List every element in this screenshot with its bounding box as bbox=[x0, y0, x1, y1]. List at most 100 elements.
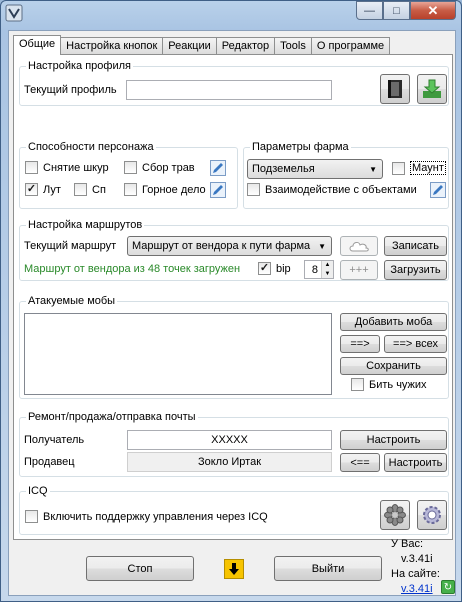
profile-group-title: Настройка профиля bbox=[26, 60, 133, 72]
icq-enable-checkbox[interactable]: Включить поддержку управления через ICQ bbox=[25, 510, 268, 523]
exit-button[interactable]: Выйти bbox=[274, 556, 382, 581]
farm-location-select[interactable]: Подземелья ▼ bbox=[247, 159, 383, 179]
icq-settings-button[interactable] bbox=[417, 500, 447, 530]
bip-checkbox[interactable]: ✓ bip bbox=[258, 262, 291, 275]
stepper-arrows[interactable]: ▲ ▼ bbox=[321, 261, 333, 278]
tab-about[interactable]: О программе bbox=[310, 37, 391, 54]
loot-label: Лут bbox=[43, 183, 61, 196]
herbs-checkbox-box[interactable] bbox=[124, 161, 137, 174]
recipient-field[interactable]: XXXXX bbox=[127, 430, 332, 450]
current-route-label: Текущий маршрут bbox=[24, 240, 117, 252]
gear-icon bbox=[423, 506, 441, 524]
interact-edit-button[interactable] bbox=[430, 182, 446, 198]
mining-checkbox[interactable]: Горное дело bbox=[124, 183, 206, 196]
interact-label: Взаимодействие с объектами bbox=[265, 183, 417, 196]
tab-panel-general: Настройка профиля Текущий профиль Способ… bbox=[13, 54, 453, 540]
abilities-group-title: Способности персонажа bbox=[26, 141, 156, 153]
app-window: — □ ✕ Общие Настройка кнопок Реакции Ред… bbox=[0, 0, 462, 602]
icq-button[interactable] bbox=[380, 500, 410, 530]
sp-checkbox-box[interactable] bbox=[74, 183, 87, 196]
move-mob-button[interactable]: ==> bbox=[340, 335, 380, 353]
app-logo-icon bbox=[5, 4, 23, 22]
tab-general[interactable]: Общие bbox=[13, 35, 62, 55]
site-version-link[interactable]: v.3.41i bbox=[401, 583, 433, 595]
current-version-value: v.3.41i bbox=[401, 553, 433, 565]
hit-others-label: Бить чужих bbox=[369, 378, 427, 391]
load-route-button[interactable]: Загрузить bbox=[384, 260, 447, 280]
recipient-label: Получатель bbox=[24, 434, 85, 446]
herbs-label: Сбор трав bbox=[142, 161, 195, 174]
interact-checkbox-box[interactable] bbox=[247, 183, 260, 196]
pencil-icon bbox=[213, 163, 223, 173]
download-icon bbox=[423, 79, 441, 98]
icq-flower-icon bbox=[384, 504, 406, 526]
seller-setup-button[interactable]: Настроить bbox=[384, 453, 447, 472]
mining-checkbox-box[interactable] bbox=[124, 183, 137, 196]
mining-label: Горное дело bbox=[142, 183, 206, 196]
maximize-button[interactable]: □ bbox=[383, 1, 410, 20]
cloud-icon bbox=[349, 242, 369, 252]
loot-checkbox-box[interactable]: ✓ bbox=[25, 183, 38, 196]
herbs-checkbox[interactable]: Сбор трав bbox=[124, 161, 195, 174]
tab-strip: Общие Настройка кнопок Реакции Редактор … bbox=[13, 35, 391, 55]
current-profile-label: Текущий профиль bbox=[24, 84, 117, 96]
pencil-icon bbox=[213, 185, 223, 195]
close-button[interactable]: ✕ bbox=[410, 1, 456, 20]
current-profile-field[interactable] bbox=[126, 80, 332, 100]
recipient-setup-button[interactable]: Настроить bbox=[340, 430, 447, 450]
stop-button[interactable]: Стоп bbox=[86, 556, 194, 581]
farm-location-value: Подземелья bbox=[252, 163, 315, 175]
profile-open-button[interactable] bbox=[380, 74, 410, 104]
save-mobs-button[interactable]: Сохранить bbox=[340, 357, 447, 375]
abilities-group: Способности персонажа bbox=[19, 141, 238, 209]
move-all-mobs-button[interactable]: ==> всех bbox=[384, 335, 447, 353]
loot-checkbox[interactable]: ✓ Лут bbox=[25, 183, 61, 196]
stepper-down-icon[interactable]: ▼ bbox=[322, 269, 333, 278]
mount-checkbox-box[interactable] bbox=[392, 161, 405, 175]
seller-label: Продавец bbox=[24, 456, 75, 468]
dropdown-arrow-icon: ▼ bbox=[369, 165, 377, 174]
mount-checkbox[interactable]: Маунт bbox=[392, 161, 446, 175]
routes-group-title: Настройка маршрутов bbox=[26, 219, 145, 231]
add-points-button[interactable]: +++ bbox=[340, 260, 378, 280]
mining-edit-button[interactable] bbox=[210, 182, 226, 198]
bip-label: bip bbox=[276, 262, 291, 275]
book-icon bbox=[388, 80, 402, 98]
route-select[interactable]: Маршрут от вендора к пути фарма ▼ bbox=[127, 236, 332, 256]
seller-back-button[interactable]: <== bbox=[340, 453, 380, 472]
bip-checkbox-box[interactable]: ✓ bbox=[258, 262, 271, 275]
sp-checkbox[interactable]: Сп bbox=[74, 183, 106, 196]
sp-label: Сп bbox=[92, 183, 106, 196]
icq-enable-checkbox-box[interactable] bbox=[25, 510, 38, 523]
cloud-button[interactable] bbox=[340, 236, 378, 256]
tab-reactions[interactable]: Реакции bbox=[162, 37, 217, 54]
down-arrow-button[interactable] bbox=[224, 559, 244, 579]
tab-editor[interactable]: Редактор bbox=[215, 37, 276, 54]
refresh-icon[interactable]: ↻ bbox=[441, 580, 455, 594]
icq-group-title: ICQ bbox=[26, 485, 50, 497]
window-controls: — □ ✕ bbox=[356, 1, 456, 20]
site-version-label: На сайте: bbox=[391, 568, 440, 580]
mobs-list[interactable] bbox=[24, 313, 332, 395]
tab-tools[interactable]: Tools bbox=[274, 37, 312, 54]
dropdown-arrow-icon: ▼ bbox=[318, 242, 326, 251]
skinning-label: Снятие шкур bbox=[43, 161, 109, 174]
tab-button-settings[interactable]: Настройка кнопок bbox=[60, 37, 164, 54]
skinning-checkbox[interactable]: Снятие шкур bbox=[25, 161, 109, 174]
client-area: Общие Настройка кнопок Реакции Редактор … bbox=[8, 30, 456, 596]
mobs-group-title: Атакуемые мобы bbox=[26, 295, 118, 307]
hit-others-checkbox[interactable]: Бить чужих bbox=[351, 378, 427, 391]
hit-others-checkbox-box[interactable] bbox=[351, 378, 364, 391]
write-route-button[interactable]: Записать bbox=[384, 236, 447, 256]
stepper-up-icon[interactable]: ▲ bbox=[322, 261, 333, 270]
route-value: Маршрут от вендора к пути фарма bbox=[132, 240, 311, 252]
bip-count-stepper[interactable]: 8 ▲ ▼ bbox=[304, 260, 334, 279]
skinning-checkbox-box[interactable] bbox=[25, 161, 38, 174]
repair-group-title: Ремонт/продажа/отправка почты bbox=[26, 411, 198, 423]
add-mob-button[interactable]: Добавить моба bbox=[340, 313, 447, 331]
herbs-edit-button[interactable] bbox=[210, 160, 226, 176]
route-status-text: Маршрут от вендора из 48 точек загружен bbox=[24, 263, 241, 275]
minimize-button[interactable]: — bbox=[356, 1, 383, 20]
interact-checkbox[interactable]: Взаимодействие с объектами bbox=[247, 183, 417, 196]
profile-download-button[interactable] bbox=[417, 74, 447, 104]
